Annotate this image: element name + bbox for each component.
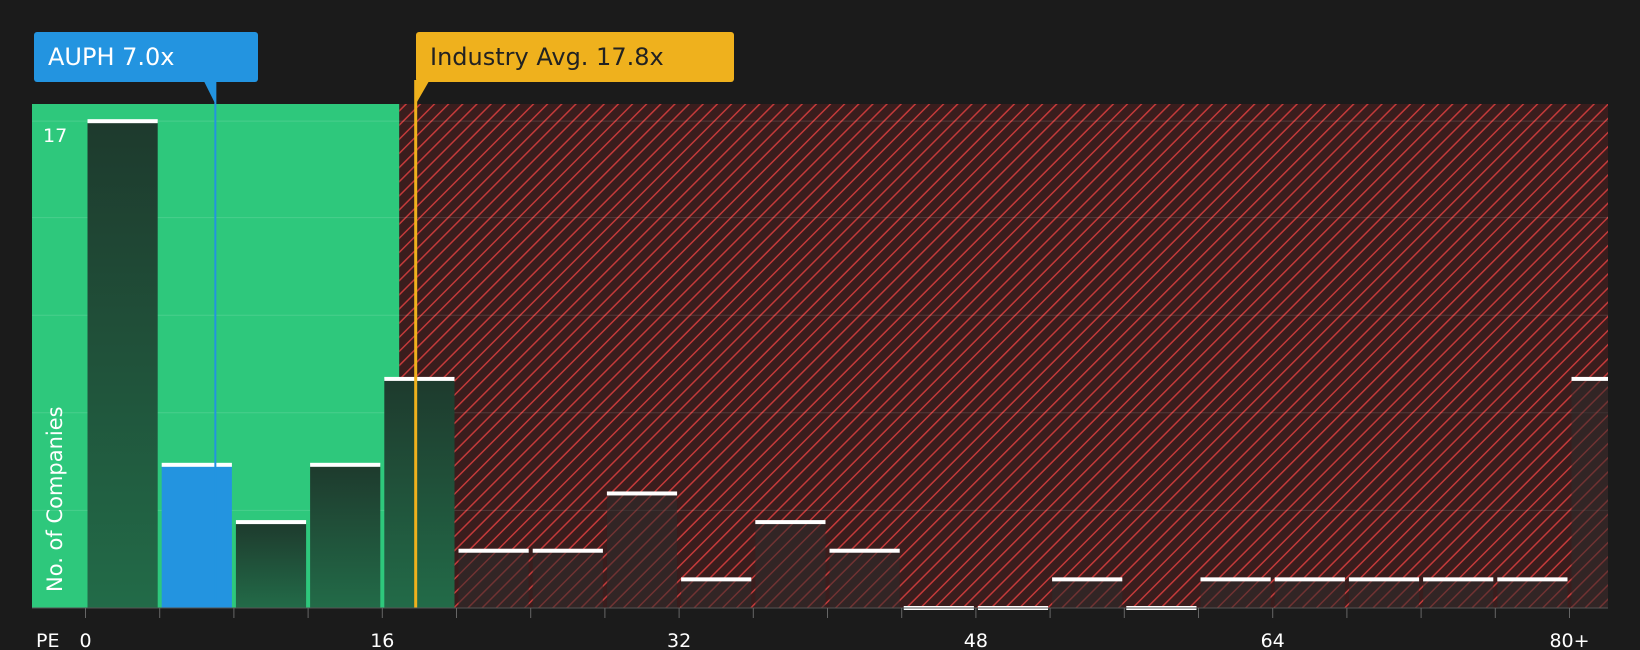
bar-cap: [1571, 376, 1608, 381]
bar-cap: [458, 548, 529, 553]
histogram-bar: [161, 464, 232, 608]
bar-cap: [532, 548, 603, 553]
histogram-bar: [1497, 579, 1568, 608]
x-tick-label: 48: [964, 630, 988, 650]
industry-avg-callout: Industry Avg. 17.8x: [416, 32, 734, 82]
histogram-bar: [681, 579, 752, 608]
histogram-bar: [606, 493, 678, 608]
histogram-bar: [829, 550, 900, 608]
bar-cap: [1348, 577, 1420, 582]
company-pe-callout: AUPH 7.0x: [34, 32, 258, 82]
bar-cap: [755, 520, 826, 525]
histogram-bar: [532, 550, 603, 608]
pe-distribution-chart: 0 16 32 48 64 80+ PE 17 No. of Companies: [32, 80, 1608, 650]
bar-cap: [829, 548, 900, 553]
histogram-bar: [384, 378, 455, 608]
bar-cap: [310, 462, 381, 467]
bar-cap: [87, 119, 158, 124]
histogram-bar: [1052, 579, 1123, 608]
x-tick-label: 80+: [1549, 630, 1589, 650]
x-tick-label: 0: [79, 630, 91, 650]
x-tick-label: 32: [667, 630, 691, 650]
industry-callout-pointer: [414, 80, 430, 106]
bar-cap: [161, 462, 232, 467]
histogram-bar: [458, 550, 529, 608]
x-tick-label: 64: [1261, 630, 1285, 650]
x-tick-label: 16: [370, 630, 394, 650]
bar-cap: [1052, 577, 1123, 582]
bar-cap: [681, 577, 752, 582]
histogram-bar: [1571, 378, 1608, 608]
bar-cap: [1423, 577, 1494, 582]
histogram-bar: [235, 522, 307, 608]
histogram-bar: [1200, 579, 1271, 608]
histogram-bar: [1348, 579, 1420, 608]
histogram-bar: [310, 464, 381, 608]
bar-cap: [1497, 577, 1568, 582]
bar-cap: [384, 376, 455, 381]
histogram-bar: [1423, 579, 1494, 608]
histogram-bar: [755, 522, 826, 608]
histogram-bar: [1274, 579, 1345, 608]
bar-cap: [235, 520, 307, 525]
histogram-bar: [87, 121, 158, 608]
x-axis-label: PE: [36, 630, 59, 650]
bar-cap: [1274, 577, 1345, 582]
overvalued-zone: [399, 104, 1608, 608]
y-axis-label: No. of Companies: [43, 406, 67, 592]
bar-cap: [606, 491, 678, 496]
company-callout-pointer: [203, 80, 216, 104]
bar-cap: [1200, 577, 1271, 582]
y-tick-label: 17: [43, 125, 67, 147]
